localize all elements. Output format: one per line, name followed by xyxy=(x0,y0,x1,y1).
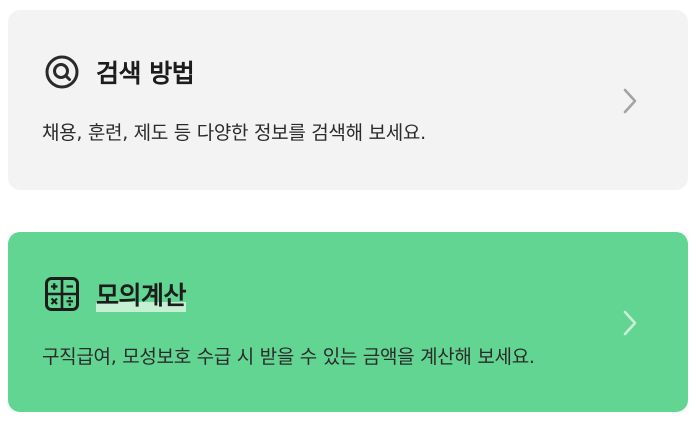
search-icon xyxy=(44,54,80,90)
calculator-icon xyxy=(44,276,80,312)
chevron-right-icon xyxy=(620,85,640,117)
mock-calculation-description: 구직급여, 모성보호 수급 시 받을 수 있는 금액을 계산해 보세요. xyxy=(42,346,535,368)
chevron-right-icon xyxy=(620,307,640,339)
search-method-description: 채용, 훈련, 제도 등 다양한 정보를 검색해 보세요. xyxy=(42,122,426,144)
search-method-title-row: 검색 방법 xyxy=(44,52,195,92)
mock-calculation-title: 모의계산 xyxy=(96,276,187,312)
mock-calculation-card[interactable]: 모의계산 구직급여, 모성보호 수급 시 받을 수 있는 금액을 계산해 보세요… xyxy=(8,232,688,412)
search-method-title: 검색 방법 xyxy=(96,59,195,88)
mock-calculation-title-row: 모의계산 xyxy=(44,274,187,314)
search-method-card[interactable]: 검색 방법 채용, 훈련, 제도 등 다양한 정보를 검색해 보세요. xyxy=(8,10,688,190)
